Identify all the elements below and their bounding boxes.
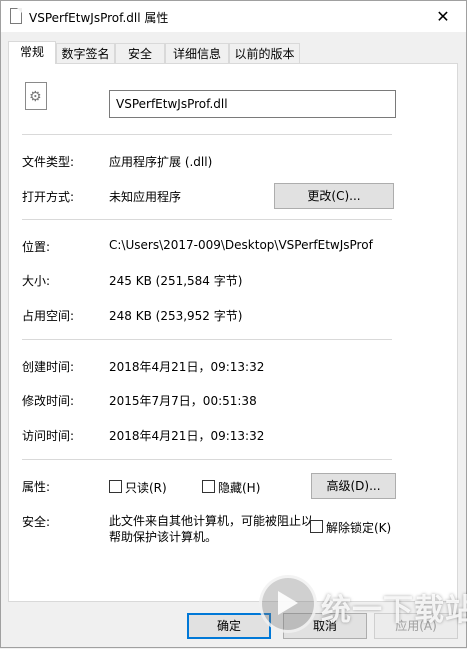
size-on-disk-label: 占用空间:	[22, 309, 75, 323]
file-type-label: 文件类型:	[22, 155, 75, 169]
modified-label: 修改时间:	[22, 394, 75, 408]
size-on-disk-value: 248 KB (253,952 字节)	[109, 309, 243, 323]
accessed-value: 2018年4月21日，09:13:32	[109, 429, 265, 443]
ok-button[interactable]: 确定	[187, 613, 271, 639]
readonly-label[interactable]: 只读(R)	[125, 479, 167, 496]
created-label: 创建时间:	[22, 360, 75, 374]
tab-digital-signatures[interactable]: 数字签名	[56, 43, 115, 63]
security-message: 此文件来自其他计算机，可能被阻止以帮助保护该计算机。	[109, 514, 314, 544]
unblock-label[interactable]: 解除锁定(K)	[326, 519, 391, 536]
gear-icon: ⚙	[29, 89, 42, 105]
hidden-checkbox[interactable]	[202, 480, 215, 493]
location-label: 位置:	[22, 240, 51, 254]
window-title: VSPerfEtwJsProf.dll 属性	[29, 11, 169, 25]
accessed-label: 访问时间:	[22, 429, 75, 443]
tab-security[interactable]: 安全	[115, 43, 165, 63]
tab-previous-versions[interactable]: 以前的版本	[229, 43, 300, 63]
opens-with-label: 打开方式:	[22, 190, 75, 204]
attributes-label: 属性:	[22, 480, 51, 494]
divider	[22, 134, 392, 135]
hidden-label[interactable]: 隐藏(H)	[218, 479, 260, 496]
properties-window: VSPerfEtwJsProf.dll 属性 ✕ 常规 数字签名 安全 详细信息…	[0, 0, 467, 648]
change-button[interactable]: 更改(C)...	[274, 183, 394, 209]
divider	[22, 219, 392, 220]
dll-file-icon: ⚙	[25, 82, 47, 110]
apply-button[interactable]: 应用(A)	[374, 613, 458, 639]
size-value: 245 KB (251,584 字节)	[109, 274, 243, 288]
tab-details[interactable]: 详细信息	[165, 43, 229, 63]
created-value: 2018年4月21日，09:13:32	[109, 360, 265, 374]
title-bar: VSPerfEtwJsProf.dll 属性 ✕	[1, 1, 466, 32]
modified-value: 2015年7月7日，00:51:38	[109, 394, 257, 408]
unblock-checkbox[interactable]	[310, 520, 323, 533]
size-label: 大小:	[22, 274, 51, 288]
readonly-checkbox[interactable]	[109, 480, 122, 493]
file-icon	[10, 8, 22, 24]
divider	[22, 459, 392, 460]
cancel-button[interactable]: 取消	[283, 613, 367, 639]
file-type-value: 应用程序扩展 (.dll)	[109, 155, 213, 169]
security-label: 安全:	[22, 515, 51, 529]
opens-with-value: 未知应用程序	[109, 190, 182, 204]
location-value: C:\Users\2017-009\Desktop\VSPerfEtwJsPro…	[109, 238, 373, 252]
tab-general[interactable]: 常规	[8, 41, 56, 64]
advanced-button[interactable]: 高级(D)...	[311, 473, 396, 499]
close-button[interactable]: ✕	[420, 1, 466, 32]
divider	[22, 339, 392, 340]
file-name-input[interactable]	[109, 90, 396, 118]
